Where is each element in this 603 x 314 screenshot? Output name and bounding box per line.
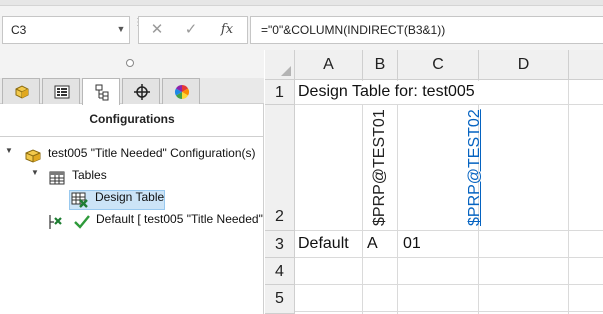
panel-handle[interactable] <box>0 50 264 78</box>
property-list-icon <box>54 85 70 99</box>
formula-buttons: ✕ ✓ fx <box>138 16 248 44</box>
column-header-c[interactable]: C <box>398 50 479 80</box>
gridline <box>295 104 603 105</box>
column-header-e-partial[interactable] <box>569 50 603 80</box>
cell-c2[interactable]: $PRP@TEST02 <box>466 109 484 226</box>
dimxpert-tab[interactable] <box>122 78 160 104</box>
chevron-down-icon[interactable]: ▼ <box>114 19 128 39</box>
tree-item-label: test005 "Title Needed" Configuration(s) <box>48 146 256 160</box>
propertymanager-tab[interactable] <box>42 78 80 104</box>
column-header-b[interactable]: B <box>363 50 398 80</box>
column-header-d[interactable]: D <box>479 50 569 80</box>
row-header-4[interactable]: 4 <box>265 258 295 285</box>
insert-function-icon[interactable]: fx <box>215 20 239 40</box>
gridline <box>397 80 398 314</box>
crosshair-icon <box>134 84 150 100</box>
gridline <box>362 80 363 314</box>
tree-item-default-configuration[interactable]: Default [ test005 "Title Needed" <box>0 212 264 232</box>
tree-item-root-configuration[interactable]: ▼ test005 "Title Needed" Configuration(s… <box>0 146 264 166</box>
configuration-tree-icon <box>95 84 109 101</box>
configuration-link-icon <box>49 215 62 229</box>
configurationmanager-tab[interactable] <box>82 78 120 105</box>
formula-input[interactable]: ="0"&COLUMN(INDIRECT(B3&1)) <box>250 16 603 44</box>
cell-c3[interactable]: 01 <box>403 235 421 253</box>
tree-item-label: Default [ test005 "Title Needed" <box>96 212 263 226</box>
tree-item-label: Design Table <box>95 190 165 204</box>
cell-a1[interactable]: Design Table for: test005 <box>298 83 475 101</box>
formula-bar: C3 ▼ ⋮ ✕ ✓ fx ="0"&COLUMN(INDIRECT(B3&1)… <box>0 0 603 50</box>
window-top-strip <box>0 0 603 6</box>
design-table-icon <box>71 192 88 208</box>
tree-item-design-table[interactable]: Design Table <box>0 190 264 210</box>
checkmark-icon[interactable]: ✓ <box>179 20 203 40</box>
panel-title: Configurations <box>89 112 175 126</box>
configuration-manager-panel: Configurations ▼ test005 "Title Needed" … <box>0 50 264 314</box>
part-icon <box>15 85 29 99</box>
featuremanager-tab[interactable] <box>2 78 40 104</box>
chevron-down-icon[interactable]: ▼ <box>4 146 14 166</box>
chevron-down-icon[interactable]: ▼ <box>30 168 40 188</box>
column-header-a[interactable]: A <box>295 50 363 80</box>
tree-item-label: Tables <box>72 168 107 182</box>
gridline <box>568 80 569 314</box>
tree-item-tables[interactable]: ▼ Tables <box>0 168 264 188</box>
cell-b2[interactable]: $PRP@TEST01 <box>371 109 389 226</box>
drag-handle-icon[interactable]: ⋮ <box>133 18 143 38</box>
gridline <box>295 230 603 231</box>
gridline <box>295 257 603 258</box>
display-manager-tab[interactable] <box>162 78 200 104</box>
row-header-5[interactable]: 5 <box>265 285 295 314</box>
divider <box>0 136 264 137</box>
spreadsheet-grid: A B C D 1 2 3 4 5 Design Table for: test… <box>265 50 603 314</box>
gridline <box>295 284 603 285</box>
select-all-triangle-icon <box>281 66 291 76</box>
cell-b3[interactable]: A <box>367 235 378 253</box>
tables-folder-icon <box>49 171 65 185</box>
color-wheel-icon <box>175 85 189 99</box>
active-configuration-check-icon <box>74 215 90 229</box>
cancel-x-icon[interactable]: ✕ <box>145 20 169 40</box>
row-header-1[interactable]: 1 <box>265 80 295 105</box>
row-header-2[interactable]: 2 <box>265 105 295 231</box>
cell-a3[interactable]: Default <box>298 235 349 253</box>
part-icon <box>25 149 41 163</box>
row-header-3[interactable]: 3 <box>265 231 295 258</box>
panel-tabs <box>0 78 264 105</box>
panel-grip-icon[interactable] <box>126 59 134 67</box>
gridline <box>295 311 603 312</box>
name-box[interactable]: C3 <box>2 16 130 44</box>
select-all-corner[interactable] <box>265 50 295 80</box>
